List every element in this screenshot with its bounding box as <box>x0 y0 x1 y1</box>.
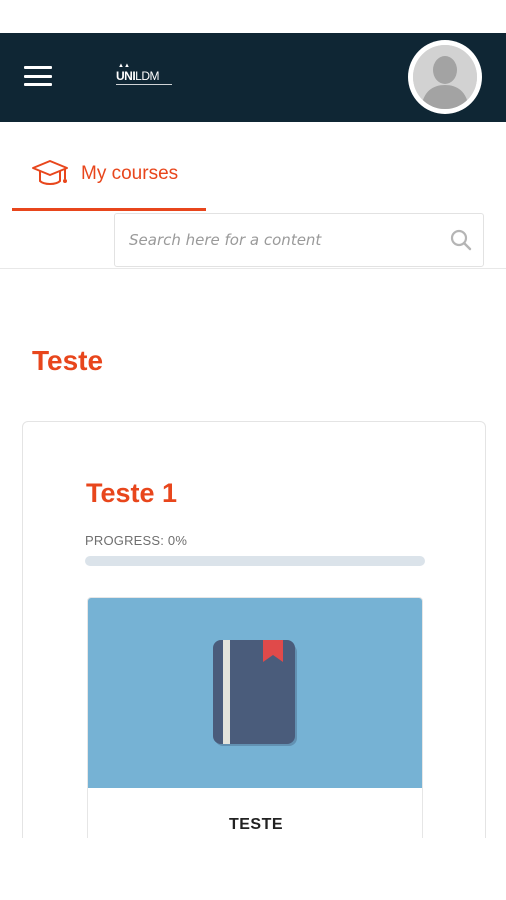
course-title[interactable]: Teste 1 <box>86 478 177 509</box>
search-input[interactable] <box>129 214 429 266</box>
logo-underline <box>116 84 172 87</box>
course-image <box>88 598 422 788</box>
brand-logo[interactable]: ▲▲ UNILDM <box>116 63 172 93</box>
app-screen: ▲▲ UNILDM My courses Search here for a c… <box>0 0 506 900</box>
avatar[interactable] <box>408 40 482 114</box>
tab-label: My courses <box>81 163 179 184</box>
tab-my-courses[interactable]: My courses <box>12 143 206 213</box>
search-box <box>114 213 484 267</box>
progress-label: PROGRESS: 0% <box>85 533 188 548</box>
book-icon <box>213 638 299 746</box>
progress-bar <box>85 556 425 566</box>
top-bar: ▲▲ UNILDM <box>0 33 506 122</box>
search-icon[interactable] <box>449 228 473 252</box>
graduation-cap-icon <box>30 157 70 191</box>
course-group-card: Teste 1 PROGRESS: 0% TESTE <box>22 421 486 891</box>
course-name: TESTE <box>228 816 284 833</box>
user-avatar-icon <box>413 45 477 109</box>
logo-text-bold: UNI <box>116 69 136 83</box>
logo-text-light: LDM <box>135 69 160 83</box>
active-tab-indicator <box>12 208 206 211</box>
hamburger-menu-icon[interactable] <box>24 64 52 88</box>
bottom-blank-area <box>0 838 506 900</box>
section-title: Teste <box>32 345 104 376</box>
divider <box>0 268 506 269</box>
